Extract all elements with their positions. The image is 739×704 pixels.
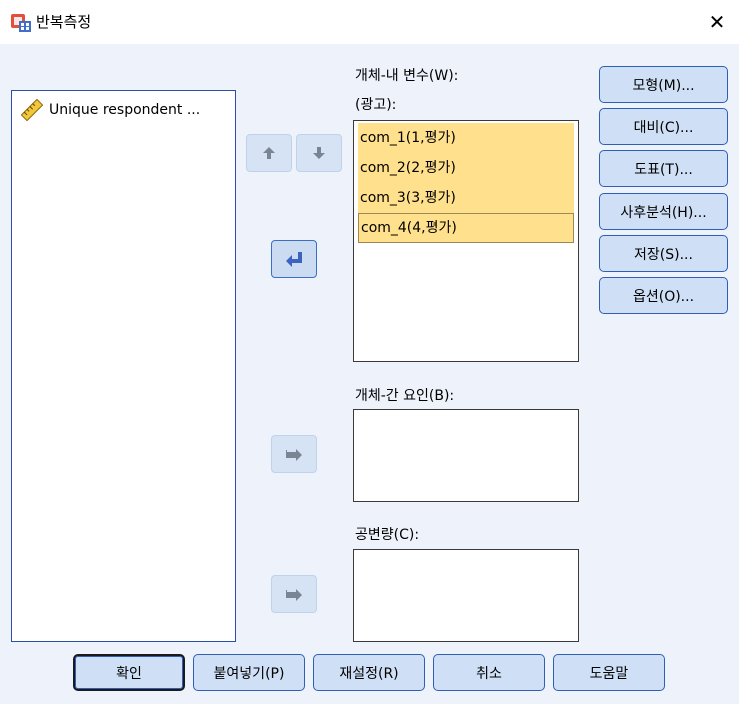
close-button[interactable]: ✕	[695, 0, 739, 44]
paste-button[interactable]: 붙여넣기(P)	[193, 654, 305, 691]
between-subjects-label: 개체-간 요인(B):	[355, 388, 455, 404]
move-to-between-button[interactable]	[271, 435, 317, 473]
within-variable-row[interactable]: com_3(3,평가)	[358, 183, 574, 213]
arrow-right-icon	[286, 589, 302, 601]
cancel-button[interactable]: 취소	[433, 654, 545, 691]
within-subjects-label: 개체-내 변수(W):	[355, 68, 459, 84]
ok-button[interactable]: 확인	[73, 654, 185, 691]
window-title: 반복측정	[36, 13, 92, 31]
model-button[interactable]: 모형(M)...	[599, 66, 728, 103]
arrow-left-curved-icon	[286, 252, 302, 267]
posthoc-button[interactable]: 사후분석(H)...	[599, 193, 728, 230]
within-variable-row[interactable]: com_4(4,평가)	[358, 213, 574, 243]
options-button[interactable]: 옵션(O)...	[599, 277, 728, 314]
move-up-button[interactable]	[246, 134, 292, 172]
move-to-covariates-button[interactable]	[271, 575, 317, 613]
between-subjects-list[interactable]	[353, 409, 579, 502]
within-variable-row[interactable]: com_1(1,평가)	[358, 123, 574, 153]
contrast-button[interactable]: 대비(C)...	[599, 108, 728, 145]
title-bar: 반복측정 ✕	[0, 0, 739, 44]
arrow-up-icon	[263, 147, 275, 159]
plots-button[interactable]: 도표(T)...	[599, 150, 728, 187]
within-variable-row[interactable]: com_2(2,평가)	[358, 153, 574, 183]
close-icon: ✕	[708, 10, 726, 34]
help-button[interactable]: 도움말	[553, 654, 665, 691]
repeated-measures-app-icon	[11, 14, 31, 32]
arrow-right-icon	[286, 449, 302, 461]
covariates-label: 공변량(C):	[355, 527, 420, 543]
scale-ruler-icon	[21, 99, 43, 121]
covariates-list[interactable]	[353, 549, 579, 642]
source-variable-list[interactable]: Unique respondent ...	[11, 90, 236, 642]
source-variable-item[interactable]: Unique respondent ...	[21, 99, 200, 121]
source-variable-label: Unique respondent ...	[49, 102, 201, 118]
save-button[interactable]: 저장(S)...	[599, 235, 728, 272]
move-down-button[interactable]	[296, 134, 342, 172]
reset-button[interactable]: 재설정(R)	[313, 654, 425, 691]
within-factor-label: (광고):	[355, 97, 397, 113]
arrow-down-icon	[313, 147, 325, 159]
move-to-source-button[interactable]	[271, 240, 317, 278]
within-subjects-list[interactable]: com_1(1,평가) com_2(2,평가) com_3(3,평가) com_…	[353, 120, 579, 362]
